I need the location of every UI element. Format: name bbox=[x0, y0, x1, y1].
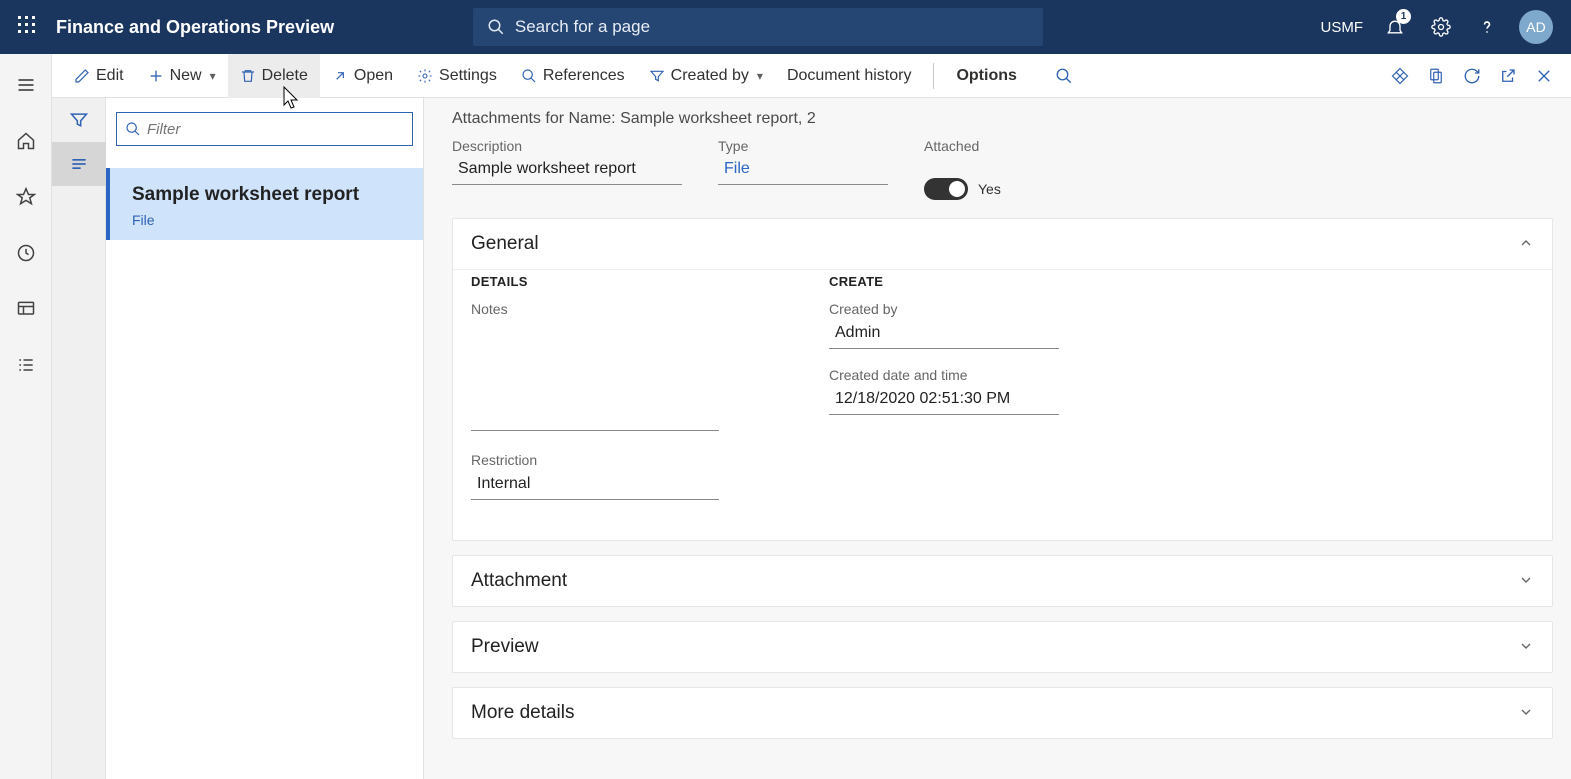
new-button[interactable]: New ▾ bbox=[136, 54, 228, 98]
gear-icon bbox=[417, 68, 433, 84]
notifications-icon[interactable]: 1 bbox=[1381, 13, 1409, 41]
chevron-down-icon bbox=[1518, 572, 1534, 591]
rail-recent-icon[interactable] bbox=[0, 234, 52, 272]
filter-pane-icon[interactable] bbox=[52, 98, 106, 142]
open-button[interactable]: Open bbox=[320, 54, 405, 98]
details-heading: DETAILS bbox=[471, 274, 719, 289]
general-section-header[interactable]: General bbox=[453, 219, 1552, 269]
restriction-value[interactable]: Internal bbox=[471, 470, 719, 500]
settings-button[interactable]: Settings bbox=[405, 54, 509, 98]
popout-icon[interactable] bbox=[1499, 67, 1517, 85]
company-selector[interactable]: USMF bbox=[1320, 19, 1363, 36]
notes-field: Notes bbox=[471, 301, 719, 434]
settings-gear-icon[interactable] bbox=[1427, 13, 1455, 41]
trash-icon bbox=[240, 68, 256, 84]
chevron-down-icon: ▾ bbox=[210, 69, 216, 83]
global-search[interactable]: Search for a page bbox=[473, 8, 1043, 46]
rail-favorites-icon[interactable] bbox=[0, 178, 52, 216]
list-item[interactable]: Sample worksheet report File bbox=[106, 168, 423, 240]
page-title: Attachments for Name: Sample worksheet r… bbox=[452, 110, 1553, 128]
list-view-icon[interactable] bbox=[52, 142, 106, 186]
list-pane: Sample worksheet report File bbox=[106, 98, 424, 779]
type-field: Type File bbox=[718, 138, 888, 200]
filter-input[interactable] bbox=[147, 121, 404, 138]
description-field: Description Sample worksheet report bbox=[452, 138, 682, 200]
type-label: Type bbox=[718, 138, 888, 154]
chevron-up-icon bbox=[1518, 235, 1534, 254]
delete-button[interactable]: Delete bbox=[228, 54, 320, 98]
notes-textarea[interactable] bbox=[471, 321, 719, 431]
edit-button[interactable]: Edit bbox=[62, 54, 136, 98]
options-tab[interactable]: Options bbox=[944, 54, 1028, 98]
rail-menu-icon[interactable] bbox=[0, 66, 52, 104]
attachment-section-header[interactable]: Attachment bbox=[453, 556, 1552, 606]
attached-toggle[interactable] bbox=[924, 178, 968, 200]
description-label: Description bbox=[452, 138, 682, 154]
document-history-button[interactable]: Document history bbox=[775, 54, 924, 98]
created-datetime-value[interactable]: 12/18/2020 02:51:30 PM bbox=[829, 385, 1059, 415]
attachment-section: Attachment bbox=[452, 555, 1553, 607]
rail-home-icon[interactable] bbox=[0, 122, 52, 160]
references-button[interactable]: References bbox=[509, 54, 637, 98]
attached-field: Attached Yes bbox=[924, 138, 1001, 200]
rail-workspaces-icon[interactable] bbox=[0, 290, 52, 328]
description-value[interactable]: Sample worksheet report bbox=[452, 156, 682, 185]
more-details-section: More details bbox=[452, 687, 1553, 739]
detail-pane: Attachments for Name: Sample worksheet r… bbox=[424, 98, 1571, 779]
search-icon bbox=[125, 121, 141, 137]
preview-section: Preview bbox=[452, 621, 1553, 673]
pencil-icon bbox=[74, 68, 90, 84]
app-title: Finance and Operations Preview bbox=[56, 17, 334, 38]
separator bbox=[933, 63, 934, 89]
funnel-icon bbox=[649, 68, 665, 84]
top-nav-bar: Finance and Operations Preview Search fo… bbox=[0, 0, 1571, 54]
chevron-down-icon bbox=[1518, 704, 1534, 723]
general-section: General DETAILS Notes Restriction Intern… bbox=[452, 218, 1553, 541]
search-placeholder: Search for a page bbox=[515, 17, 650, 37]
created-by-value[interactable]: Admin bbox=[829, 319, 1059, 349]
arrow-up-right-icon bbox=[332, 68, 348, 84]
attach-icon[interactable] bbox=[1427, 67, 1445, 85]
search-icon bbox=[487, 18, 505, 36]
filter-input-wrap[interactable] bbox=[116, 112, 413, 146]
created-by-field: Created by Admin bbox=[829, 301, 1059, 349]
find-button[interactable] bbox=[1043, 54, 1085, 98]
action-pane: Edit New ▾ Delete Open Settings Referenc… bbox=[0, 54, 1571, 98]
help-icon[interactable] bbox=[1473, 13, 1501, 41]
type-value[interactable]: File bbox=[718, 156, 888, 185]
preview-section-header[interactable]: Preview bbox=[453, 622, 1552, 672]
refresh-icon[interactable] bbox=[1463, 67, 1481, 85]
chevron-down-icon bbox=[1518, 638, 1534, 657]
restriction-field: Restriction Internal bbox=[471, 452, 719, 500]
rail-modules-icon[interactable] bbox=[0, 346, 52, 384]
list-item-subtitle: File bbox=[132, 212, 409, 228]
plus-icon bbox=[148, 68, 164, 84]
search-icon bbox=[1055, 67, 1073, 85]
search-icon bbox=[521, 68, 537, 84]
more-details-section-header[interactable]: More details bbox=[453, 688, 1552, 738]
created-datetime-field: Created date and time 12/18/2020 02:51:3… bbox=[829, 367, 1059, 415]
create-heading: CREATE bbox=[829, 274, 1059, 289]
attached-label: Attached bbox=[924, 138, 1001, 154]
attached-value: Yes bbox=[978, 181, 1001, 197]
close-icon[interactable] bbox=[1535, 67, 1553, 85]
navigation-rail bbox=[0, 54, 52, 779]
notification-badge: 1 bbox=[1396, 9, 1411, 24]
diamond-icon[interactable] bbox=[1391, 67, 1409, 85]
page-toolbar bbox=[52, 98, 106, 779]
chevron-down-icon: ▾ bbox=[757, 69, 763, 83]
app-launcher-icon[interactable] bbox=[6, 16, 48, 39]
user-avatar[interactable]: AD bbox=[1519, 10, 1553, 44]
created-by-filter[interactable]: Created by ▾ bbox=[637, 54, 775, 98]
list-item-title: Sample worksheet report bbox=[132, 184, 409, 206]
